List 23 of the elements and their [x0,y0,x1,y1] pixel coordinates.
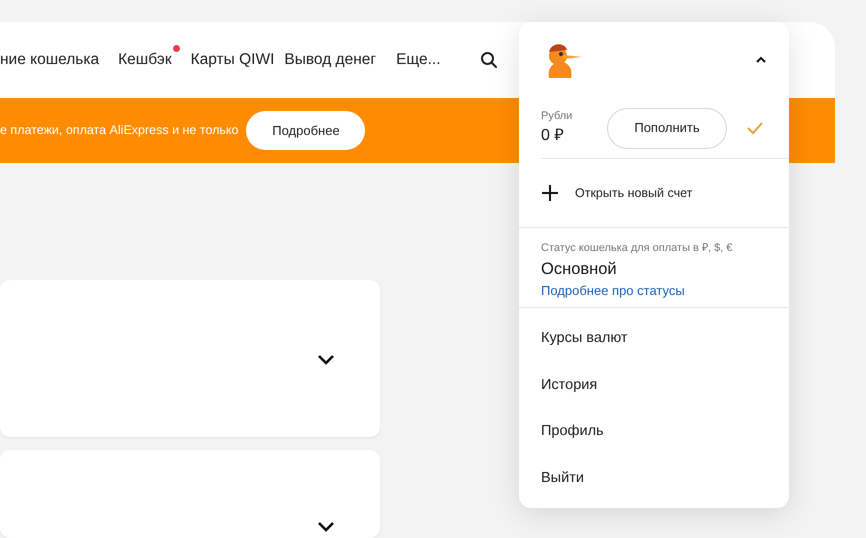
nav-link[interactable]: Кешбэк [118,48,180,72]
menu-item[interactable]: Курсы валют [519,316,789,362]
statuses-link[interactable]: Подробнее про статусы [541,283,685,298]
banner-text: е платежи, оплата AliExpress и не только [0,122,238,140]
status-value: Основной [541,260,618,280]
menu-item[interactable]: Профиль [519,409,789,456]
top-up-button[interactable]: Пополнить [607,108,727,148]
plus-icon [541,184,559,202]
nav-link[interactable]: Вывод денег [284,48,376,72]
new-account-link[interactable]: Открыть новый счет [519,159,789,227]
menu-item[interactable]: История [519,362,789,409]
currency-label: Рубли [541,108,574,124]
search-icon[interactable] [480,51,498,69]
nav-link[interactable]: ние кошелька [0,48,100,72]
chevron-down-icon[interactable] [317,519,335,533]
balance-amount: 0 ₽ [541,126,564,146]
nav-link[interactable]: Еще... [396,48,441,72]
notification-dot [172,45,180,52]
more-button[interactable]: Подробнее [246,111,366,150]
menu-item[interactable]: Выйти [519,456,789,502]
chevron-up-icon[interactable] [755,55,767,65]
nav-link[interactable]: Карты QIWI [190,48,274,72]
status-caption: Статус кошелька для оплаты в ₽, $, € [541,241,734,256]
